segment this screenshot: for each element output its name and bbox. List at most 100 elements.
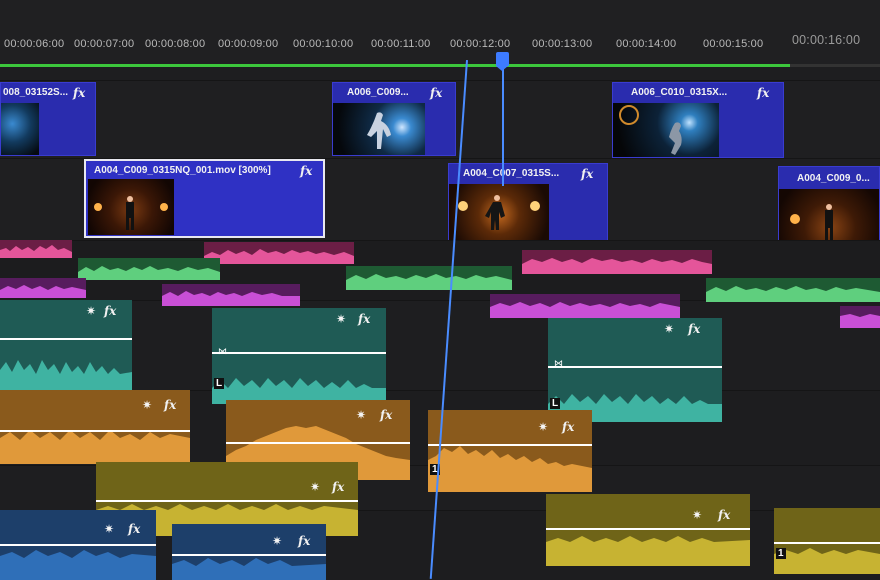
audio-clip[interactable]: ✷ fx ⋈ L [548,318,722,422]
clip-name: A004_C009_0315NQ_001.mov [300%] [94,165,271,176]
ruler-tick-label: 00:00:14:00 [616,38,677,50]
clip-name: A006_C010_0315X... [631,87,728,98]
clip-thumbnail [333,103,425,155]
audio-clip[interactable] [346,266,512,290]
video-clip[interactable]: A006_C010_0315X... fx [612,82,784,158]
volume-keyline[interactable] [546,528,750,530]
waveform [840,314,880,328]
clip-name: A006_C009... [347,87,409,98]
fx-badge-icon[interactable]: fx [164,398,176,412]
audio-clip[interactable] [490,294,680,318]
dancer-silhouette-icon [458,195,540,230]
volume-keyline[interactable] [96,500,358,502]
waveform [490,302,680,318]
waveform [774,548,880,574]
effect-leaf-icon: ✷ [310,480,321,494]
volume-keyline[interactable] [548,366,722,368]
volume-keyline[interactable] [428,444,592,446]
volume-keyline[interactable] [0,338,132,340]
ruler-tick-label: 00:00:15:00 [703,38,764,50]
audio-clip[interactable] [204,242,354,264]
effect-star-icon: ✷ [538,420,549,434]
clip-thumbnail [449,184,549,242]
channel-badge: 1 [776,548,786,559]
time-ruler[interactable]: 00:00:06:00 00:00:07:00 00:00:08:00 00:0… [0,0,880,67]
audio-clip[interactable]: ✷ fx [0,390,190,464]
dancer-silhouette-icon [94,196,168,230]
waveform [346,274,512,290]
fx-badge-icon[interactable]: fx [73,86,85,100]
keyframe-icon[interactable]: ⋈ [554,358,563,369]
waveform [0,285,86,298]
volume-keyline[interactable] [212,352,386,354]
audio-clip[interactable]: ✷ fx [0,300,132,392]
ruler-tick-label: 00:00:11:00 [371,38,431,50]
volume-keyline[interactable] [0,544,156,546]
playhead-line[interactable] [502,66,504,186]
waveform [0,245,72,258]
audio-clip[interactable]: ✷ fx [172,524,326,580]
video-clip[interactable]: A004_C007_0315S... fx [448,163,608,243]
work-area-bar[interactable] [0,64,790,67]
audio-clip[interactable] [0,240,72,258]
work-area-tail [790,64,880,67]
clip-name: A004_C009_0... [797,173,870,184]
waveform [546,536,750,566]
waveform [522,258,712,274]
ruler-tick-label: 00:00:08:00 [145,38,206,50]
fx-badge-icon[interactable]: fx [718,508,730,522]
ruler-tick-label: 00:00:16:00 [792,33,861,47]
fx-badge-icon[interactable]: fx [298,534,310,548]
playhead-handle[interactable] [496,52,509,71]
waveform [172,558,326,580]
effect-star-icon: ✷ [336,312,347,326]
fx-badge-icon[interactable]: fx [562,420,574,434]
fx-badge-icon[interactable]: fx [581,167,593,181]
effect-leaf-icon: ✷ [692,508,703,522]
audio-clip[interactable]: ✷ fx ⋈ L [212,308,386,404]
waveform [78,266,220,280]
effect-leaf-icon: ✷ [272,534,283,548]
timeline-panel[interactable]: 00:00:06:00 00:00:07:00 00:00:08:00 00:0… [0,0,880,580]
clip-name: A004_C007_0315S... [463,168,560,179]
clip-thumbnail [613,103,719,157]
audio-clip[interactable] [0,278,86,298]
clip-thumbnail [88,179,174,235]
fx-badge-icon[interactable]: fx [300,164,312,178]
ruler-tick-label: 00:00:10:00 [293,38,354,50]
ruler-tick-label: 00:00:13:00 [532,38,593,50]
volume-keyline[interactable] [0,430,190,432]
fx-badge-icon[interactable]: fx [430,86,442,100]
channel-badge: L [214,378,225,389]
keyframe-icon[interactable]: ⋈ [218,346,227,357]
waveform [706,286,880,302]
audio-clip[interactable] [78,258,220,280]
video-clip-selected[interactable]: A004_C009_0315NQ_001.mov [300%] fx [84,159,325,238]
ruler-tick-label: 00:00:09:00 [218,38,279,50]
ruler-tick-label: 00:00:06:00 [4,38,65,50]
audio-clip[interactable]: 1 [774,508,880,574]
effect-star-icon: ✷ [86,304,97,318]
audio-clip[interactable]: ✷ fx [0,510,156,580]
volume-keyline[interactable] [172,554,326,556]
audio-clip[interactable]: ✷ fx [546,494,750,566]
fx-badge-icon[interactable]: fx [757,86,769,100]
video-clip[interactable]: A006_C009... fx [332,82,456,156]
volume-keyline[interactable] [226,442,410,444]
audio-clip[interactable] [522,250,712,274]
fx-badge-icon[interactable]: fx [688,322,700,336]
fx-badge-icon[interactable]: fx [380,408,392,422]
audio-clip[interactable]: ✷ fx 1 [428,410,592,492]
volume-keyline[interactable] [774,542,880,544]
fx-badge-icon[interactable]: fx [332,480,344,494]
audio-clip[interactable] [706,278,880,302]
fx-badge-icon[interactable]: fx [104,304,116,318]
fx-badge-icon[interactable]: fx [128,522,140,536]
audio-clip[interactable] [840,306,880,328]
ruler-tick-label: 00:00:12:00 [450,38,511,50]
video-clip[interactable]: 008_03152S... fx [0,82,96,156]
audio-track-1[interactable] [0,300,880,391]
fx-badge-icon[interactable]: fx [358,312,370,326]
ruler-tick-label: 00:00:07:00 [74,38,135,50]
audio-clip[interactable] [162,284,300,306]
